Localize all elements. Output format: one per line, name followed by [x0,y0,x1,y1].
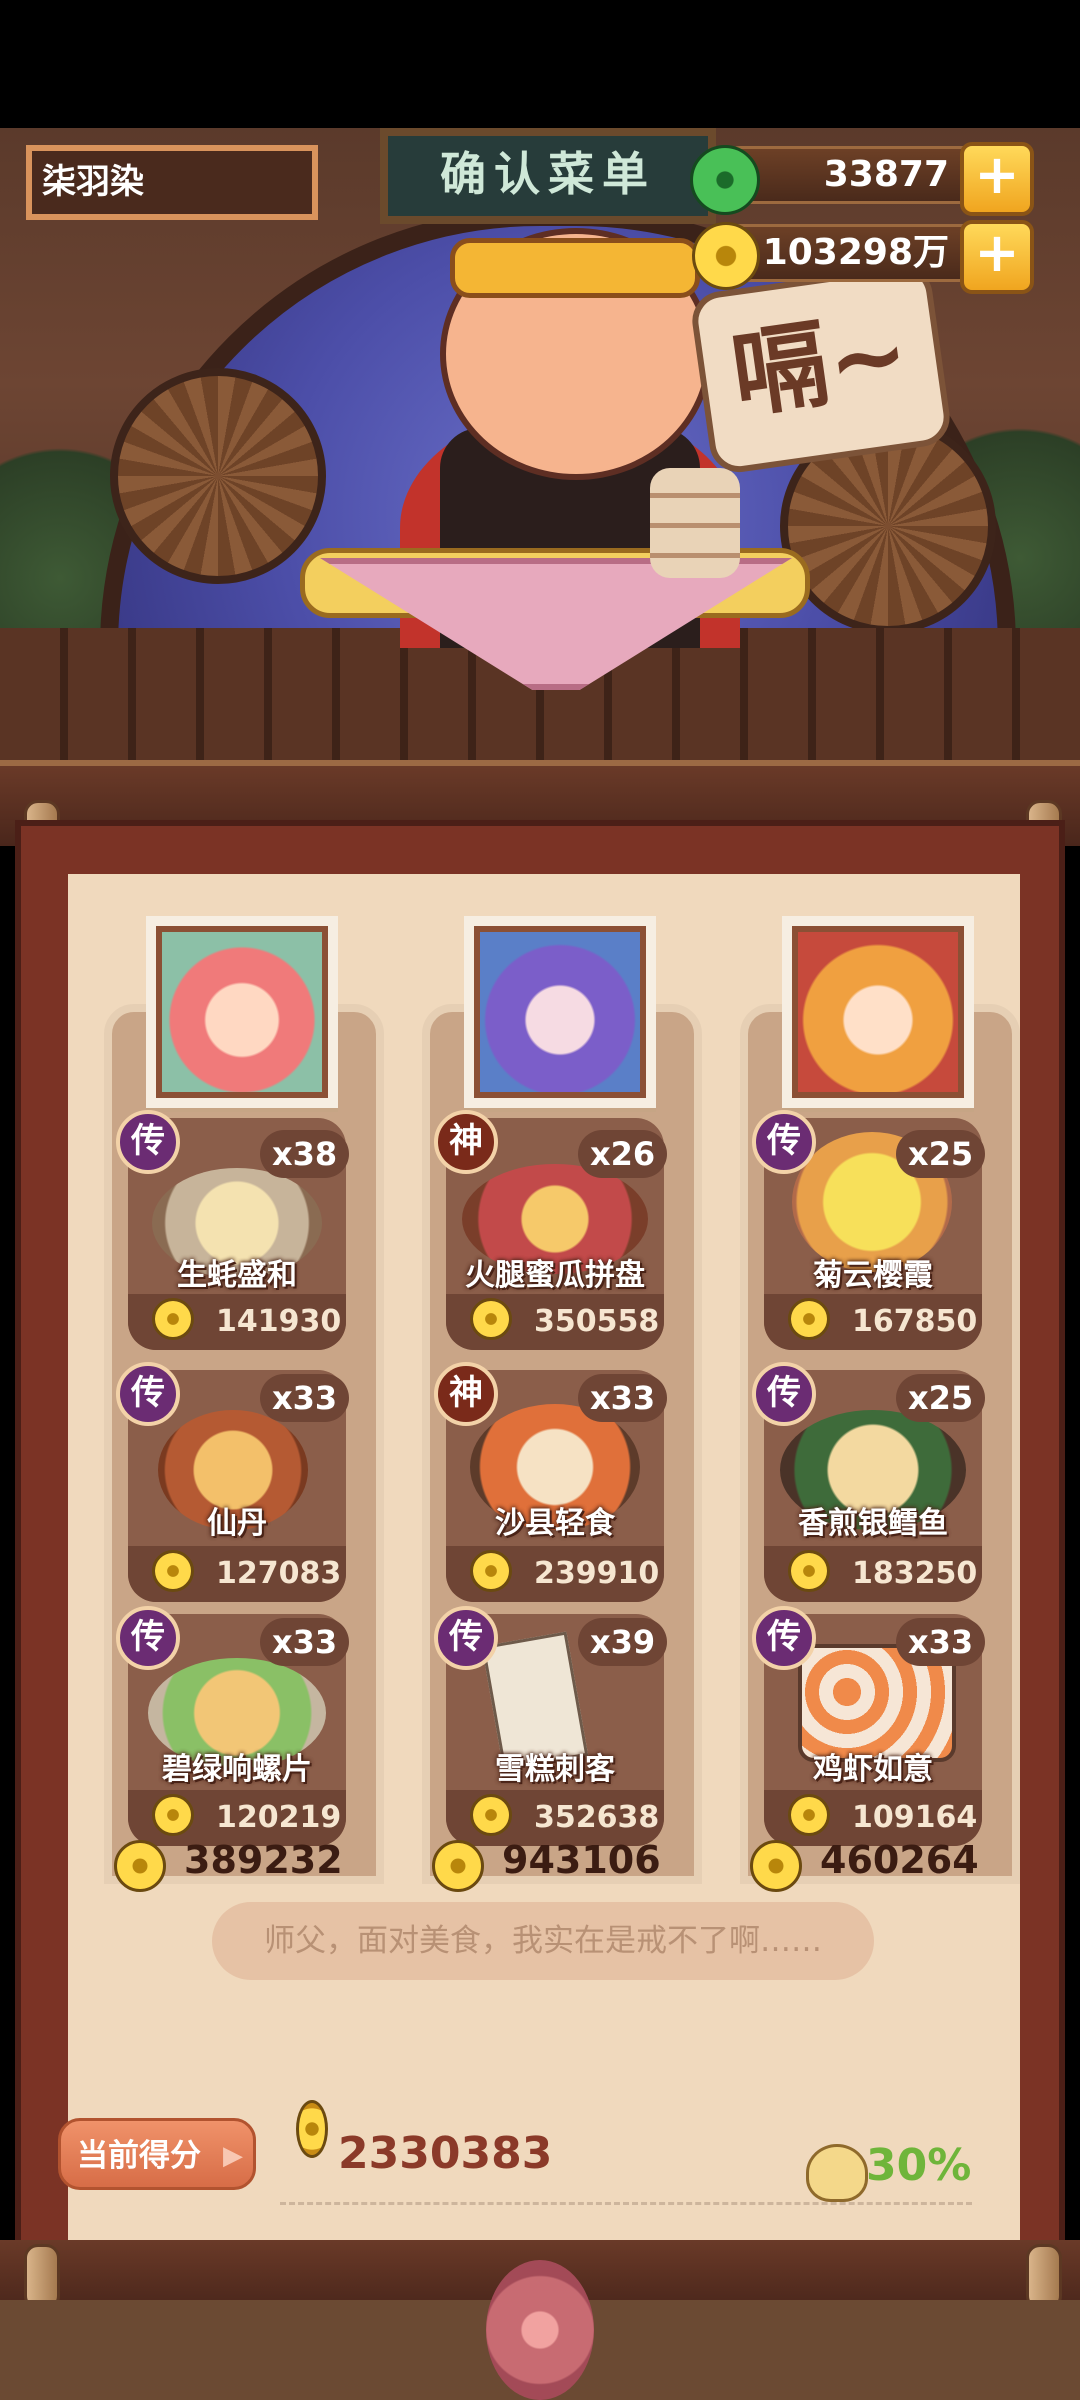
dish-name: 碧绿响螺片 [162,1752,312,1787]
dish-name: 仙丹 [207,1506,267,1541]
stacked-bowls-icon [650,468,740,578]
knot-tassel-icon [486,2260,594,2400]
coin-icon [152,1298,194,1340]
coin-icon [470,1550,512,1592]
pig-headband [450,238,700,298]
menu-sign: 确认菜单 [380,128,716,224]
coin-icon [432,1840,484,1892]
dish-name: 沙县轻食 [495,1506,615,1541]
coin-icon [114,1840,166,1892]
character-portrait-1[interactable] [146,916,338,1108]
dish-count: x25 [896,1130,986,1178]
character-3-avatar [792,926,964,1098]
coin-icon [788,1298,830,1340]
play-arrow-icon: ▶ [223,2141,243,2171]
jade-icon [690,145,760,215]
rank-badge: 神 [434,1362,498,1426]
coin-icon [692,222,760,290]
coin-icon [296,2100,328,2158]
dish-name: 菊云樱霞 [813,1258,933,1293]
character-quote: 师父，面对美食，我实在是戒不了啊…… [212,1902,874,1980]
rank-badge: 传 [752,1362,816,1426]
rank-badge: 传 [116,1110,180,1174]
character-portrait-2[interactable] [464,916,656,1108]
dish-count: x33 [260,1618,350,1666]
dish-count: x33 [260,1374,350,1422]
coin-icon [788,1550,830,1592]
rank-badge: 传 [752,1110,816,1174]
dish-count: x25 [896,1374,986,1422]
dish-name: 火腿蜜瓜拼盘 [465,1258,645,1293]
coin-icon [470,1794,512,1836]
dish-name: 香煎银鳕鱼 [798,1506,948,1541]
coin-icon [152,1550,194,1592]
rank-badge: 传 [434,1606,498,1670]
bonus-percent: 30% [866,2140,972,2191]
dish-name: 雪糕刺客 [495,1752,615,1787]
rank-badge: 神 [434,1110,498,1174]
score-value: 2330383 [338,2128,553,2179]
dish-count: x39 [578,1618,668,1666]
character-2-avatar [474,926,646,1098]
score-divider [280,2202,972,2205]
character-1-avatar [156,926,328,1098]
burp-bubble: 嗝~ [688,262,954,476]
coin-value: 103298万 [762,232,949,273]
dish-name: 鸡虾如意 [813,1752,933,1787]
coin-icon [470,1298,512,1340]
player-name: 柒羽染 [26,145,318,220]
dish-count: x26 [578,1130,668,1178]
rank-badge: 传 [116,1362,180,1426]
jade-value: 33877 [823,154,949,195]
add-coin-button[interactable]: + [960,220,1034,294]
current-score-button[interactable]: 当前得分 ▶ [58,2118,256,2190]
dish-count: x38 [260,1130,350,1178]
bonus-bag-icon [806,2144,868,2202]
character-portrait-3[interactable] [782,916,974,1108]
dish-count: x33 [578,1374,668,1422]
rank-badge: 传 [116,1606,180,1670]
rank-badge: 传 [752,1606,816,1670]
fan-left-icon [110,368,326,584]
coin-icon [788,1794,830,1836]
coin-icon [152,1794,194,1836]
dish-name: 生蚝盛和 [177,1258,297,1293]
current-score-label: 当前得分 [77,2138,201,2174]
column-total: 460264 [820,1838,979,1882]
add-jade-button[interactable]: + [960,142,1034,216]
dish-count: x33 [896,1618,986,1666]
status-bar [0,0,1080,128]
coin-icon [750,1840,802,1892]
